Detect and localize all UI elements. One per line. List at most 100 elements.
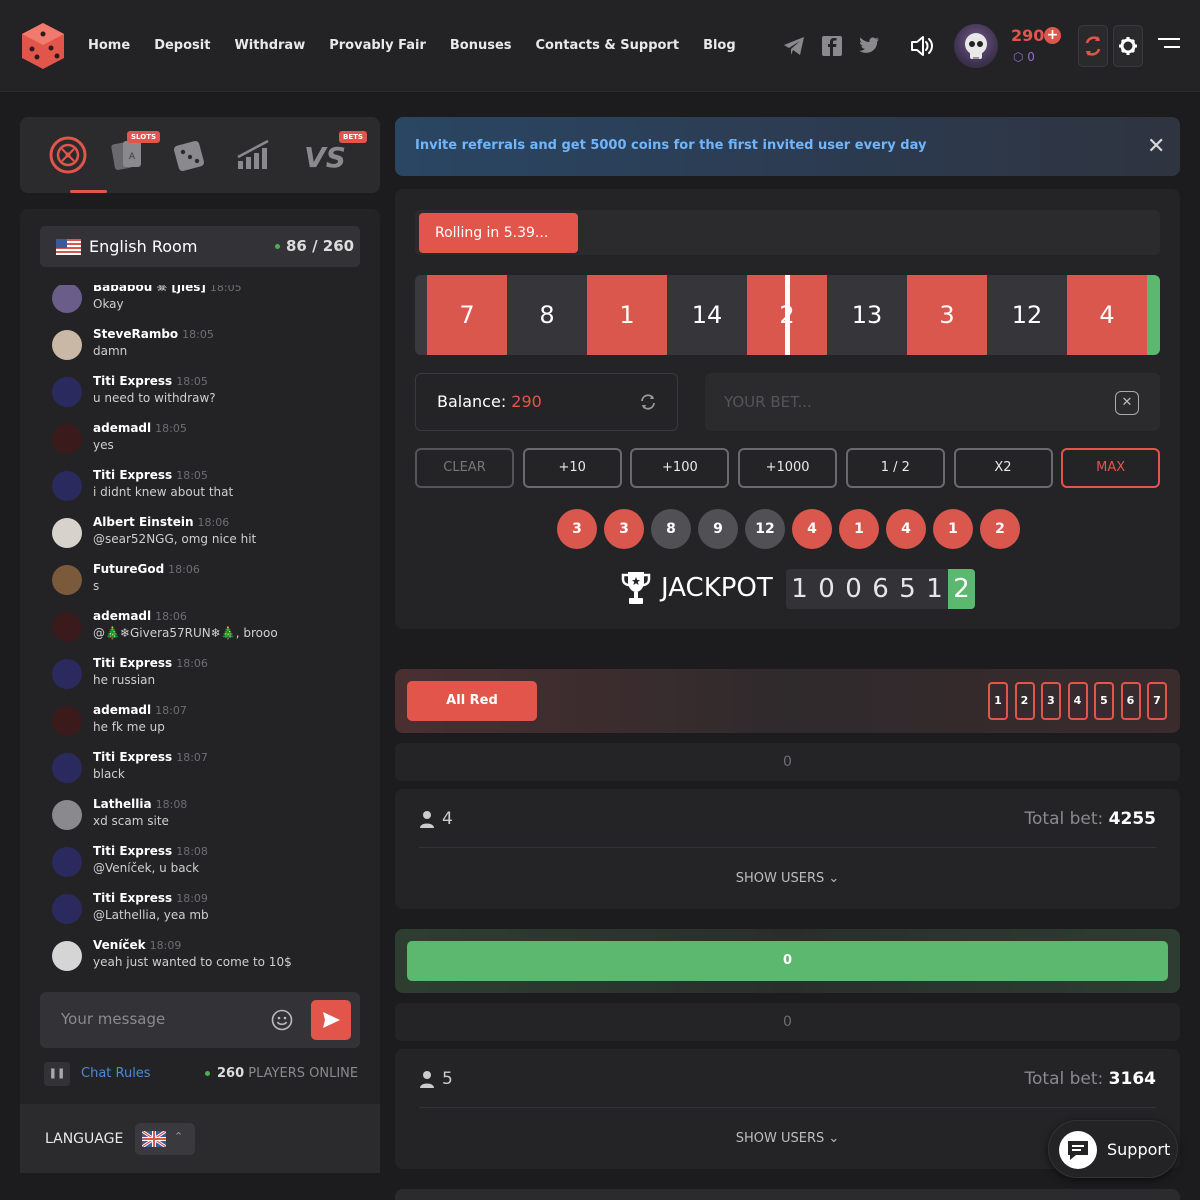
message-text: xd scam site [93,814,169,828]
avatar[interactable] [52,471,82,501]
nav-home[interactable]: Home [88,38,130,53]
message-username[interactable]: Lathellia 18:08 [93,797,187,811]
nav-withdraw[interactable]: Withdraw [234,38,305,53]
close-icon[interactable]: ✕ [1147,134,1165,159]
number-bet-button[interactable]: 7 [1147,682,1167,720]
message-time: 18:06 [197,516,230,529]
message-username[interactable]: Titi Express 18:09 [93,891,208,905]
send-message-button[interactable] [311,1000,351,1040]
red-show-users-button[interactable]: SHOW USERS ⌄ [395,871,1180,886]
avatar[interactable] [52,377,82,407]
dice-icon[interactable] [170,135,210,175]
user-avatar[interactable] [954,24,998,68]
facebook-icon[interactable] [820,34,844,58]
avatar[interactable] [52,753,82,783]
avatar[interactable] [52,847,82,877]
message-time: 18:05 [176,375,208,388]
message-time: 18:07 [176,751,208,764]
nav-deposit[interactable]: Deposit [154,38,210,53]
message-username[interactable]: Veníček 18:09 [93,938,181,952]
avatar[interactable] [52,612,82,642]
message-username[interactable]: Titi Express 18:07 [93,750,208,764]
roulette-icon[interactable] [48,135,88,175]
send-icon [323,1012,340,1028]
bet-green-button[interactable]: 0 [407,941,1168,981]
avatar[interactable] [52,659,82,689]
chip-button[interactable]: +10 [522,448,622,488]
message-username[interactable]: ademadl 18:05 [93,421,187,435]
emoji-icon[interactable] [271,1009,293,1031]
avatar[interactable] [52,706,82,736]
telegram-icon[interactable] [782,34,806,58]
exchange-button[interactable] [1078,25,1108,67]
nav-provably-fair[interactable]: Provably Fair [329,38,426,53]
support-button[interactable]: Support [1048,1120,1178,1178]
nav-bonuses[interactable]: Bonuses [450,38,512,53]
message-username[interactable]: Bababou ☠ [jles] 18:05 [93,285,242,294]
message-text: he fk me up [93,720,165,734]
svg-text:VS: VS [305,141,346,174]
twitter-icon[interactable] [857,34,881,58]
crash-chart-icon[interactable] [234,135,274,175]
menu-icon[interactable] [1158,38,1180,54]
chip-button[interactable]: CLEAR [415,448,514,488]
avatar[interactable] [52,330,82,360]
message-username[interactable]: ademadl 18:06 [93,609,187,623]
chat-room-selector[interactable]: English Room 86 / 260 ⌄ [40,226,360,267]
message-time: 18:06 [176,657,208,670]
chevron-down-icon: ⌄ [334,239,345,253]
message-username[interactable]: Titi Express 18:06 [93,656,208,670]
balance-box: Balance: 290 [415,373,678,431]
chip-button[interactable]: MAX [1061,448,1161,488]
message-placeholder: Your message [61,1010,166,1028]
message-time: 18:07 [155,704,187,717]
chat-rules-link[interactable]: Chat Rules [81,1066,151,1081]
avatar[interactable] [52,565,82,595]
clear-bet-icon[interactable]: ✕ [1115,391,1139,415]
language-selector[interactable]: ⌃ [135,1123,195,1155]
chip-button[interactable]: X2 [953,448,1053,488]
settings-button[interactable] [1113,25,1143,67]
pause-chat-button[interactable]: ❚❚ [44,1062,70,1086]
message-time: 18:08 [176,845,208,858]
number-bet-button[interactable]: 2 [1014,682,1035,720]
dice-logo-icon[interactable] [20,21,66,71]
message-text: @Veníček, u back [93,861,200,875]
support-label: Support [1107,1140,1171,1159]
avatar[interactable] [52,285,82,313]
message-time: 18:06 [168,563,200,576]
avatar[interactable] [52,894,82,924]
message-username[interactable]: ademadl 18:07 [93,703,187,717]
avatar[interactable] [52,800,82,830]
slots-badge: SLOTS [127,131,161,143]
message-username[interactable]: Albert Einstein 18:06 [93,515,229,529]
chip-button[interactable]: 1 / 2 [845,448,945,488]
add-funds-button[interactable]: + [1044,27,1061,44]
message-text: @Lathellia, yea mb [93,908,209,922]
sound-icon[interactable] [909,33,935,59]
number-bet-button[interactable]: 4 [1067,682,1088,720]
bet-red-button[interactable]: All Red [407,681,537,721]
avatar[interactable] [52,941,82,971]
message-username[interactable]: Titi Express 18:05 [93,374,208,388]
message-username[interactable]: Titi Express 18:05 [93,468,208,482]
message-username[interactable]: SteveRambo 18:05 [93,327,214,341]
avatar[interactable] [52,518,82,548]
trophy-icon [621,572,651,604]
number-bet-button[interactable]: 6 [1120,682,1141,720]
number-bet-button[interactable]: 1 [988,682,1008,720]
bet-input[interactable]: YOUR BET... ✕ [705,373,1160,431]
nav-contacts-support[interactable]: Contacts & Support [536,38,680,53]
chip-button[interactable]: +1000 [738,448,838,488]
chat-messages[interactable]: Bababou ☠ [jles] 18:05 Okay SteveRambo 18:05… [52,285,362,985]
nav-blog[interactable]: Blog [703,38,736,53]
number-bet-button[interactable]: 3 [1041,682,1061,720]
message-input[interactable]: Your message [40,992,360,1048]
refresh-icon[interactable] [639,393,657,411]
referral-banner: Invite referrals and get 5000 coins for … [395,117,1180,176]
chip-button[interactable]: +100 [630,448,730,488]
message-username[interactable]: FutureGod 18:06 [93,562,200,576]
message-username[interactable]: Titi Express 18:08 [93,844,208,858]
number-bet-button[interactable]: 5 [1094,682,1114,720]
avatar[interactable] [52,424,82,454]
